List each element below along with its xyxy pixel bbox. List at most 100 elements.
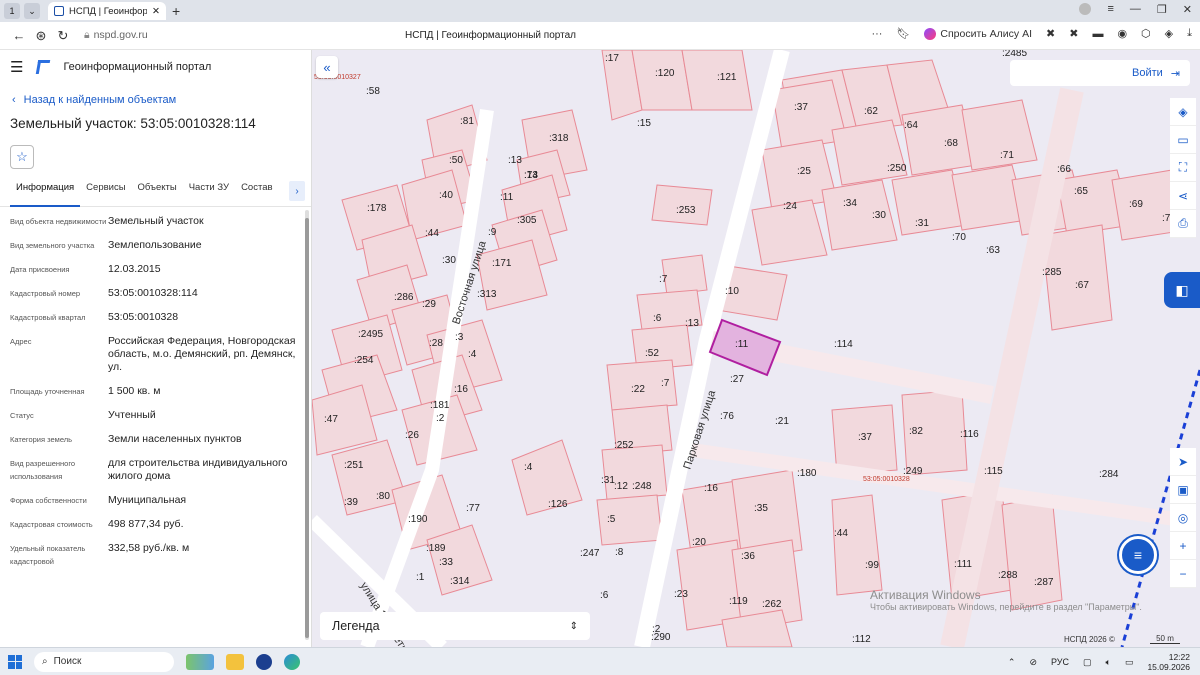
- cadastral-map[interactable]: :17:120:121:2485:58:15:37:62:64:81:318:6…: [312, 50, 1200, 647]
- page-title: НСПД | Геоинформационный портал: [405, 30, 576, 41]
- display-icon[interactable]: ▢: [1083, 657, 1092, 668]
- extension-icon[interactable]: ⬡: [1141, 27, 1151, 40]
- protect-icon[interactable]: ⊛: [30, 28, 52, 44]
- portal-name: Геоинформационный портал: [63, 61, 212, 73]
- profile-avatar[interactable]: [1079, 3, 1092, 15]
- zoom-in-icon[interactable]: +: [1170, 532, 1196, 560]
- map-copyright: НСПД 2026 ©: [1064, 635, 1115, 644]
- tab-counter[interactable]: 1: [4, 3, 20, 19]
- parcel-label: :253: [676, 205, 696, 216]
- parcel-label: :251: [344, 460, 364, 471]
- property-row: Дата присвоения 12.03.2015: [10, 263, 301, 276]
- more-icon[interactable]: ···: [871, 28, 882, 40]
- taskbar-search[interactable]: ⌕ Поиск: [34, 651, 174, 672]
- favorite-button[interactable]: ☆: [10, 145, 34, 169]
- minimap-icon[interactable]: ▣: [1170, 476, 1196, 504]
- extension-icon[interactable]: ◈: [1165, 27, 1173, 40]
- widgets-icon[interactable]: [186, 653, 214, 670]
- property-row: Статус Учтенный: [10, 409, 301, 422]
- file-explorer-icon[interactable]: [226, 653, 244, 670]
- back-arrow-icon[interactable]: ←: [8, 28, 30, 43]
- close-window-icon[interactable]: ✕: [1183, 3, 1192, 16]
- parcel-label: :36: [741, 551, 755, 562]
- parcel-label: :180: [797, 468, 817, 479]
- panel-scrollbar-thumb[interactable]: [305, 218, 309, 638]
- parcel-label: :13: [685, 318, 699, 329]
- tray-chevron-icon[interactable]: ⌃: [1008, 657, 1016, 668]
- tab-objects[interactable]: Объекты: [132, 181, 183, 207]
- locate-icon[interactable]: ➤: [1170, 448, 1196, 476]
- hamburger-menu-icon[interactable]: ☰: [10, 58, 23, 76]
- legend-label: Легенда: [332, 619, 380, 633]
- parcel-label: :39: [344, 497, 358, 508]
- select-area-icon[interactable]: ⛶: [1170, 154, 1196, 182]
- url-field[interactable]: 🔒︎ nspd.gov.ru: [84, 29, 148, 42]
- map-mode-button[interactable]: ◧: [1164, 272, 1200, 308]
- back-label: Назад к найденным объектам: [23, 94, 177, 106]
- share-icon[interactable]: ⋖: [1170, 182, 1196, 210]
- parcel-label: :252: [614, 440, 634, 451]
- bookmark-icon[interactable]: 🔖︎: [896, 27, 910, 40]
- volume-icon[interactable]: 🔈︎: [1106, 657, 1111, 668]
- geolocation-icon[interactable]: ◎: [1170, 504, 1196, 532]
- map-canvas[interactable]: :17:120:121:2485:58:15:37:62:64:81:318:6…: [312, 50, 1200, 647]
- parcel-label: :7: [659, 274, 668, 285]
- browser-tab[interactable]: НСПД | Геоинформационн ✕: [48, 2, 166, 20]
- tab-services[interactable]: Сервисы: [80, 181, 131, 207]
- new-tab-icon[interactable]: +: [172, 3, 180, 19]
- login-icon: ⇥: [1170, 67, 1180, 80]
- tab-parts[interactable]: Части ЗУ: [183, 181, 235, 207]
- tabs-dropdown-icon[interactable]: ⌄: [24, 3, 40, 19]
- battery-icon[interactable]: ▭: [1125, 657, 1134, 668]
- zoom-out-icon[interactable]: −: [1170, 560, 1196, 588]
- extension-icon[interactable]: ✖︎: [1069, 27, 1078, 40]
- parcel-label: :50: [449, 155, 463, 166]
- tab-composition[interactable]: Состав: [235, 181, 278, 207]
- alice-button[interactable]: Спросить Алису AI: [924, 27, 1032, 40]
- parcel-label: :10: [725, 286, 739, 297]
- parcel-label: :65: [1074, 186, 1088, 197]
- menu-icon[interactable]: ≡: [1107, 3, 1113, 16]
- download-icon[interactable]: ⤓: [1187, 27, 1192, 40]
- parcel-label: :62: [864, 106, 878, 117]
- parcel-label: :121: [717, 72, 737, 83]
- chat-button[interactable]: ≡: [1119, 536, 1157, 574]
- parcel-label: :9: [488, 227, 497, 238]
- collapse-panel-button[interactable]: «: [316, 56, 338, 78]
- url-text: nspd.gov.ru: [93, 29, 148, 41]
- login-button[interactable]: Войти ⇥: [1010, 60, 1190, 86]
- tabs-scroll-right-icon[interactable]: ›: [289, 181, 305, 201]
- parcel-label: :2: [652, 624, 661, 635]
- object-title: Земельный участок: 53:05:0010328:114: [10, 116, 256, 131]
- system-clock[interactable]: 12:22 15.09.2026: [1147, 652, 1190, 672]
- parcel-label: :58: [366, 86, 380, 97]
- close-tab-icon[interactable]: ✕: [152, 6, 160, 17]
- property-value: 498 877,34 руб.: [108, 518, 184, 530]
- layers-icon[interactable]: ◈: [1170, 98, 1196, 126]
- windows-start-icon[interactable]: [8, 654, 22, 669]
- extension-icon[interactable]: ◉: [1117, 27, 1127, 40]
- legend-dropdown[interactable]: Легенда ⇕: [320, 612, 590, 640]
- edge-icon[interactable]: [284, 653, 300, 670]
- network-icon[interactable]: ⊘: [1029, 657, 1037, 668]
- clock-date: 15.09.2026: [1147, 662, 1190, 672]
- parcel-label: :119: [729, 596, 748, 607]
- parcel-label: :66: [1057, 164, 1071, 175]
- extension-icon[interactable]: ✖︎: [1046, 27, 1055, 40]
- back-to-results-link[interactable]: ‹ Назад к найденным объектам: [12, 94, 311, 106]
- parcel-label: :247: [580, 548, 600, 559]
- language-indicator[interactable]: РУС: [1051, 657, 1069, 667]
- measure-icon[interactable]: ▭: [1170, 126, 1196, 154]
- extension-icon[interactable]: ▬: [1092, 28, 1103, 40]
- yandex-browser-icon[interactable]: [256, 653, 272, 670]
- property-key: Форма собственности: [10, 496, 87, 505]
- property-value: Муниципальная: [108, 494, 187, 506]
- reload-icon[interactable]: ↻: [52, 28, 74, 44]
- portal-logo: [36, 60, 51, 74]
- panel-tabs: Информация Сервисы Объекты Части ЗУ Сост…: [0, 181, 311, 207]
- windows-activation-watermark: Активация Windows Чтобы активировать Win…: [870, 588, 1142, 612]
- print-icon[interactable]: ⎙: [1170, 210, 1196, 238]
- tab-info[interactable]: Информация: [10, 181, 81, 207]
- minimize-icon[interactable]: —: [1130, 3, 1141, 16]
- restore-icon[interactable]: ❐: [1157, 3, 1167, 16]
